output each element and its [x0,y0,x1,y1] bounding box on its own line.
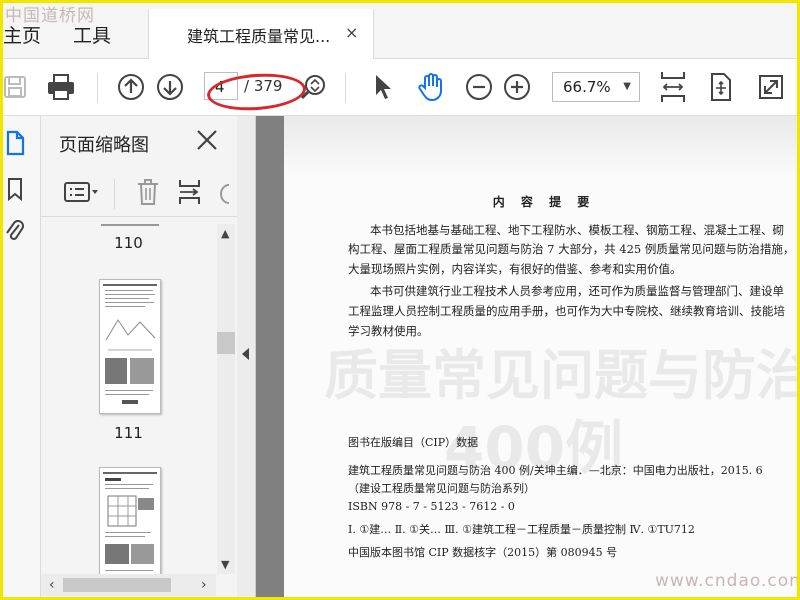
select-cursor-icon[interactable] [365,69,401,105]
close-tab-icon[interactable]: × [345,23,358,42]
thumbnails-panel: 页面缩略图 110 111 ▲ ▼ ‹ › [41,116,238,597]
navigation-rail [3,116,41,597]
cip-line: 中国版本图书馆 CIP 数据核字（2015）第 080945 号 [348,546,618,559]
collapse-arrow-icon[interactable] [242,348,249,360]
cip-line: Ⅰ. ①建… Ⅱ. ①关… Ⅲ. ①建筑工程－工程质量－质量控制 Ⅳ. ①TU7… [348,523,695,536]
document-view[interactable]: 质量常见问题与防治 400例 内 容 提 要 本书包括地基与基础工程、地下工程防… [256,116,797,597]
zoom-search-icon[interactable] [296,69,332,105]
toolbar: 4 / 379 66.7% ▼ [3,59,797,116]
chevron-down-icon: ▼ [623,81,631,92]
background-title-ghost: 质量常见问题与防治 [324,344,797,407]
page-header-shadow [284,116,797,176]
cip-line: ISBN 978 - 7 - 5123 - 7612 - 0 [348,500,515,513]
app-window: 主页 工具 建筑工程质量常见... × 4 / 379 66.7% ▼ 页面缩略… [3,3,797,597]
panel-divider [114,179,115,209]
thumbnail-options-icon[interactable] [63,181,101,207]
zoom-out-icon[interactable] [461,69,497,105]
fit-page-icon[interactable] [703,69,739,105]
scroll-left-icon[interactable]: ‹ [49,577,55,593]
watermark-bottom-right: www.cndao.com [655,571,797,591]
rotate-icon[interactable] [219,183,231,209]
insert-page-icon[interactable] [177,178,203,210]
tab-bar: 主页 工具 建筑工程质量常见... × [3,3,797,59]
cip-line: 建筑工程质量常见问题与防治 400 例/关坤主编．—北京：中国电力出版社，201… [348,464,763,477]
zoom-select[interactable]: 66.7% ▼ [552,72,640,102]
bookmark-icon[interactable] [3,174,27,204]
page-thumbnails-icon[interactable] [3,128,27,158]
synopsis-heading: 内 容 提 要 [492,195,596,209]
pdf-page: 质量常见问题与防治 400例 内 容 提 要 本书包括地基与基础工程、地下工程防… [284,116,797,597]
attachment-icon[interactable] [3,216,27,246]
zoom-value: 66.7% [563,78,611,96]
scrollbar-thumb[interactable] [217,332,235,354]
panel-toolbar [41,171,237,217]
thumbnail-bottom-edge [101,224,159,226]
full-screen-icon[interactable] [753,69,789,105]
synopsis-line: 本书包括地基与基础工程、地下工程防水、模板工程、钢筋工程、混凝土工程、砌 [370,223,784,237]
thumbnail-list[interactable]: 110 111 [41,224,216,574]
panel-collapse-strip[interactable] [237,116,256,597]
scroll-down-icon[interactable]: ▼ [221,558,229,571]
cip-title: 图书在版编目（CIP）数据 [348,436,479,449]
synopsis-line: 构工程、屋面工程质量常见问题与防治 7 大部分，共 425 例质量常见问题与防治… [348,242,795,256]
previous-page-icon[interactable] [113,69,149,105]
thumbnail-label: 111 [114,424,143,442]
cip-line: （建设工程质量常见问题与防治系列） [348,482,535,495]
synopsis-line: 大量现场照片实例，内容详实，有很好的借鉴、参考和实用价值。 [348,262,682,276]
hand-tool-icon[interactable] [413,69,449,105]
page-thumbnail[interactable] [99,467,161,574]
thumbnail-label: 110 [114,234,143,252]
tab-document[interactable]: 建筑工程质量常见... × [148,9,374,59]
scroll-right-icon[interactable]: › [201,577,207,593]
scroll-up-icon[interactable]: ▲ [221,227,229,240]
print-icon[interactable] [43,69,79,105]
save-icon[interactable] [3,69,33,105]
panel-title: 页面缩略图 [59,135,149,156]
scrollbar-thumb[interactable] [63,578,171,592]
thumbnail-horizontal-scrollbar[interactable]: ‹ › [41,574,216,596]
thumbnail-vertical-scrollbar[interactable]: ▲ ▼ [217,224,235,574]
synopsis-line: 本书可供建筑行业工程技术人员参考应用，还可作为质量监督与管理部门、建设单 [370,284,784,298]
synopsis-line: 学习教材使用。 [348,324,429,338]
next-page-icon[interactable] [152,69,188,105]
close-panel-icon[interactable] [193,122,221,158]
delete-icon[interactable] [136,178,160,210]
document-tab-title: 建筑工程质量常见... [187,27,331,46]
page-thumbnail[interactable] [99,279,161,414]
toolbar-divider [97,73,98,103]
zoom-in-icon[interactable] [499,69,535,105]
watermark-top-left: 中国道桥网 [5,6,95,26]
synopsis-line: 工程监理人员控制工程质量的应用手册，也可作为大中专院校、继续教育培训、技能培 [348,304,785,318]
fit-width-icon[interactable] [655,69,691,105]
toolbar-divider [345,73,346,103]
